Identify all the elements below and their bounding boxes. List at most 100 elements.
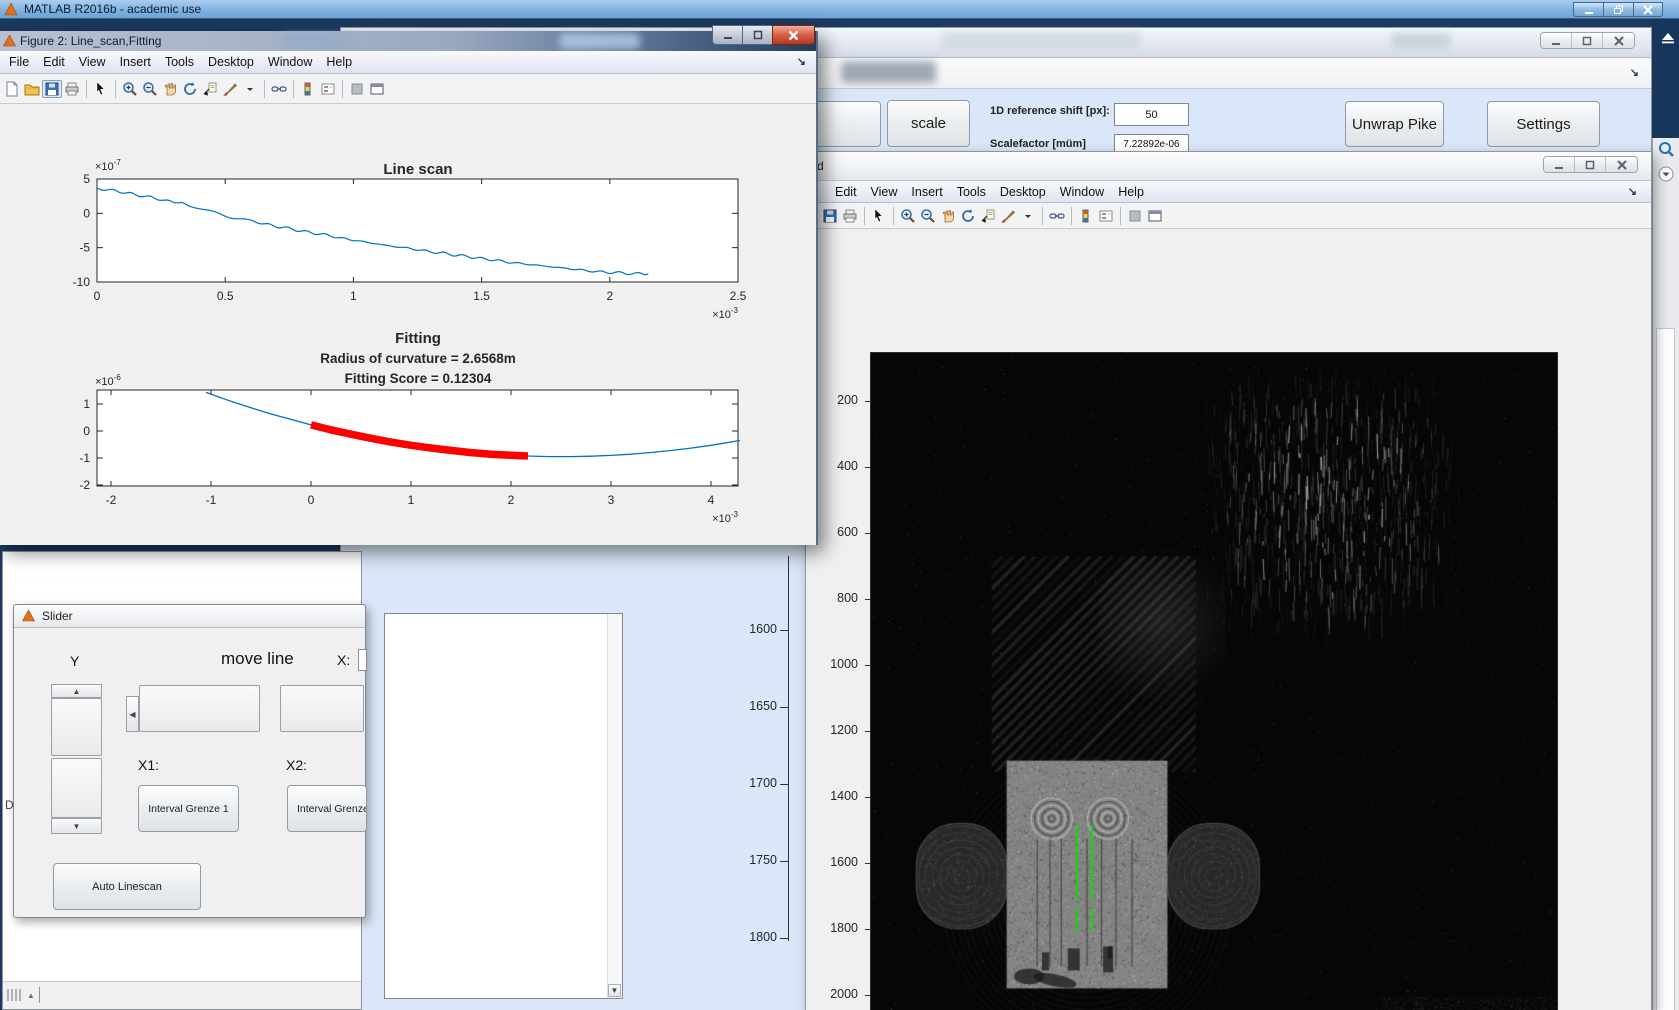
linescan-figure-window: Figure 2: Line_scan,Fitting File Edit View… xyxy=(0,25,818,545)
minimize-button[interactable] xyxy=(1541,33,1572,48)
interval-grenze-2-button[interactable]: Interval Grenze 2 xyxy=(287,785,367,832)
zoom-in-icon[interactable] xyxy=(898,207,918,225)
pointer-icon[interactable] xyxy=(869,207,889,225)
print-icon[interactable] xyxy=(62,80,82,98)
plain-square-icon[interactable] xyxy=(347,80,367,98)
menu-item-view[interactable]: View xyxy=(72,51,113,73)
dropdown-icon[interactable] xyxy=(240,80,260,98)
close-button[interactable] xyxy=(1603,33,1634,48)
zoom-out-icon[interactable] xyxy=(140,80,160,98)
rotate-icon[interactable] xyxy=(180,80,200,98)
slider-track[interactable] xyxy=(280,685,364,732)
menu-item-tools[interactable]: Tools xyxy=(158,51,201,73)
restore-button[interactable] xyxy=(1575,157,1606,172)
zoom-in-icon[interactable] xyxy=(120,80,140,98)
axes-box xyxy=(96,389,739,487)
dock-figure-icon[interactable]: ↘ xyxy=(1628,185,1637,198)
dock-window-icon[interactable] xyxy=(1145,207,1165,225)
slider-track[interactable] xyxy=(139,685,260,732)
scroll-down-icon[interactable]: ▼ xyxy=(608,984,621,997)
tick-mark xyxy=(865,730,870,732)
toolbar-separator xyxy=(115,79,116,98)
menu-item-file[interactable]: File xyxy=(2,51,36,73)
rotate-icon[interactable] xyxy=(958,207,978,225)
menu-item-help[interactable]: Help xyxy=(1111,181,1151,203)
plain-square-icon[interactable] xyxy=(1125,207,1145,225)
dropdown-icon[interactable] xyxy=(1018,207,1038,225)
brush-icon[interactable] xyxy=(998,207,1018,225)
settings-button[interactable]: Settings xyxy=(1487,101,1600,147)
restore-button[interactable] xyxy=(1572,33,1603,48)
data-cursor-icon[interactable] xyxy=(978,207,998,225)
slider-left-arrow[interactable]: ◀ xyxy=(126,696,139,732)
pan-hand-icon[interactable] xyxy=(160,80,180,98)
menu-item-window[interactable]: Window xyxy=(1053,181,1111,203)
menu-item-desktop[interactable]: Desktop xyxy=(201,51,261,73)
tick-mark xyxy=(865,532,870,534)
matlab-window-title: MATLAB R2016b - academic use xyxy=(24,2,202,16)
pointer-icon[interactable] xyxy=(91,80,111,98)
menu-item-edit[interactable]: Edit xyxy=(36,51,72,73)
auto-linescan-button[interactable]: Auto Linescan xyxy=(53,863,201,910)
dock-up-arrow-icon[interactable] xyxy=(1658,28,1678,48)
dock-figure-icon[interactable]: ↘ xyxy=(1630,66,1639,79)
matlab-titlebar[interactable]: MATLAB R2016b - academic use xyxy=(0,0,1679,19)
listbox-scrollbar[interactable]: ▼ xyxy=(607,614,622,998)
tick-mark xyxy=(865,466,870,468)
figure-titlebar[interactable]: Figure 2: Line_scan,Fitting xyxy=(0,25,816,51)
ref-shift-input[interactable] xyxy=(1114,103,1189,126)
new-document-icon[interactable] xyxy=(2,80,22,98)
minimize-button[interactable] xyxy=(1544,157,1575,172)
menu-item-insert[interactable]: Insert xyxy=(904,181,949,203)
menu-item-desktop[interactable]: Desktop xyxy=(993,181,1053,203)
collapsed-panel[interactable] xyxy=(1656,328,1675,1010)
slider-track[interactable] xyxy=(51,758,102,818)
slider-down-arrow[interactable]: ▼ xyxy=(51,818,102,834)
menu-item-help[interactable]: Help xyxy=(319,51,359,73)
restore-button[interactable] xyxy=(742,25,772,45)
legend-icon[interactable] xyxy=(318,80,338,98)
y-tick-label: 1800 xyxy=(830,920,858,935)
close-button[interactable] xyxy=(1633,2,1663,17)
save-icon[interactable] xyxy=(820,207,840,225)
data-cursor-icon[interactable] xyxy=(200,80,220,98)
save-icon[interactable] xyxy=(42,79,62,98)
colorbar-icon[interactable] xyxy=(1076,207,1096,225)
resize-grip-icon[interactable]: ▲ xyxy=(7,987,40,1003)
x-value-field[interactable] xyxy=(358,649,367,671)
minimize-button[interactable] xyxy=(712,25,742,45)
menu-item-window[interactable]: Window xyxy=(261,51,319,73)
menu-item-insert[interactable]: Insert xyxy=(113,51,158,73)
print-icon[interactable] xyxy=(840,207,860,225)
menu-item-tools[interactable]: Tools xyxy=(950,181,993,203)
tick-mark xyxy=(865,598,870,600)
menu-item-edit[interactable]: Edit xyxy=(828,181,864,203)
restore-button[interactable] xyxy=(1603,2,1633,17)
figure-titlebar[interactable]: d xyxy=(806,152,1651,181)
slider-up-arrow[interactable]: ▲ xyxy=(51,684,102,698)
results-listbox[interactable]: ▼ xyxy=(384,613,623,999)
minimize-button[interactable] xyxy=(1573,2,1603,17)
chevron-down-circle-icon[interactable] xyxy=(1656,164,1676,184)
y-tick-label: 1600 xyxy=(830,854,858,869)
brush-icon[interactable] xyxy=(220,80,240,98)
dock-figure-icon[interactable]: ↘ xyxy=(797,55,806,68)
close-button[interactable] xyxy=(772,25,815,45)
zoom-out-icon[interactable] xyxy=(918,207,938,225)
slider-thumb[interactable] xyxy=(51,698,102,756)
scale-button[interactable]: scale xyxy=(887,100,970,147)
tick-mark xyxy=(780,938,788,939)
interval-grenze-1-button[interactable]: Interval Grenze 1 xyxy=(138,785,239,832)
legend-icon[interactable] xyxy=(1096,207,1116,225)
pan-hand-icon[interactable] xyxy=(938,207,958,225)
colorbar-icon[interactable] xyxy=(298,80,318,98)
link-plots-icon[interactable] xyxy=(269,80,289,98)
close-button[interactable] xyxy=(1606,157,1637,172)
slider-titlebar[interactable]: Slider xyxy=(14,605,365,628)
dock-window-icon[interactable] xyxy=(367,80,387,98)
open-folder-icon[interactable] xyxy=(22,80,42,98)
menu-item-view[interactable]: View xyxy=(864,181,905,203)
unwrap-pike-button[interactable]: Unwrap Pike xyxy=(1345,101,1444,147)
search-icon[interactable] xyxy=(1656,140,1676,160)
link-plots-icon[interactable] xyxy=(1047,207,1067,225)
